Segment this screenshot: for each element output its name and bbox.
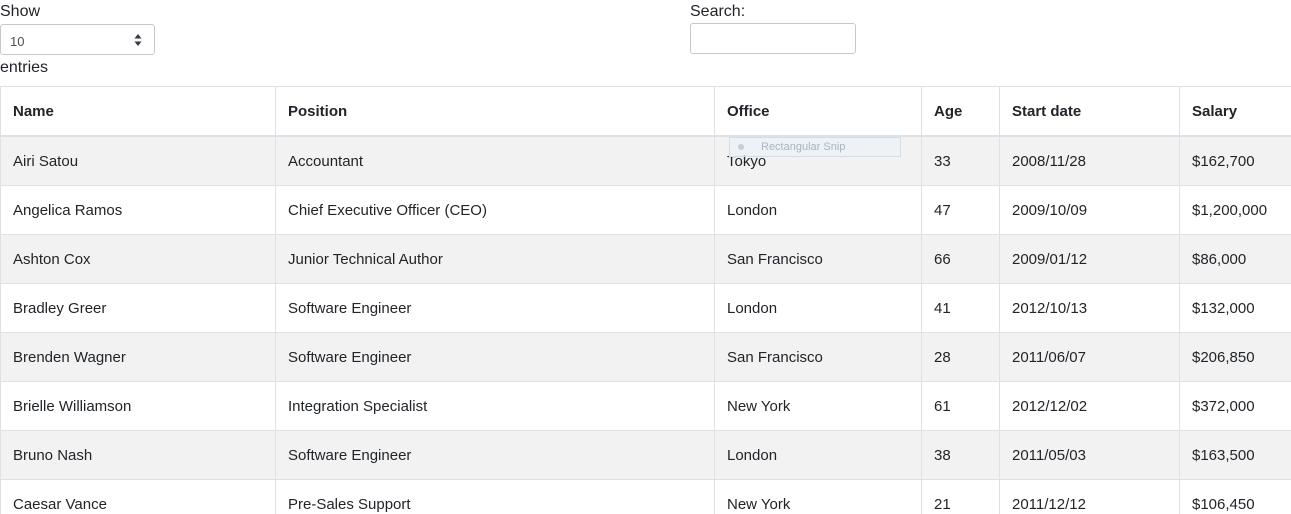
cell-start-date: 2011/12/12 bbox=[999, 479, 1180, 514]
cell-office: New York bbox=[714, 479, 922, 514]
cell-position: Software Engineer bbox=[275, 332, 715, 382]
cell-start-date: 2008/11/28 bbox=[999, 135, 1180, 186]
table-header: Name Position Office Age Start date Salary bbox=[0, 86, 1291, 137]
cell-position: Pre-Sales Support bbox=[275, 479, 715, 514]
column-header-salary[interactable]: Salary bbox=[1179, 86, 1291, 137]
cell-age: 41 bbox=[921, 283, 1000, 333]
cell-salary: $106,450 bbox=[1179, 479, 1291, 514]
sort-arrows-icon bbox=[134, 34, 142, 46]
show-label: Show bbox=[0, 3, 41, 20]
cell-age: 66 bbox=[921, 234, 1000, 284]
cell-start-date: 2011/05/03 bbox=[999, 430, 1180, 480]
column-header-age[interactable]: Age bbox=[921, 86, 1000, 137]
rectangular-snip-overlay: Rectangular Snip bbox=[729, 137, 901, 157]
table-row: Brenden Wagner Software Engineer San Franc… bbox=[0, 332, 1291, 382]
cell-start-date: 2009/10/09 bbox=[999, 185, 1180, 235]
cell-start-date: 2009/01/12 bbox=[999, 234, 1180, 284]
search-label: Search: bbox=[690, 3, 746, 20]
cell-age: 38 bbox=[921, 430, 1000, 480]
cell-salary: $162,700 bbox=[1179, 135, 1291, 186]
cell-start-date: 2011/06/07 bbox=[999, 332, 1180, 382]
cell-position: Junior Technical Author bbox=[275, 234, 715, 284]
entries-select[interactable]: 10 bbox=[0, 24, 155, 55]
cell-name: Caesar Vance bbox=[0, 479, 276, 514]
cell-position: Chief Executive Officer (CEO) bbox=[275, 185, 715, 235]
search-input[interactable] bbox=[690, 23, 856, 54]
cell-start-date: 2012/10/13 bbox=[999, 283, 1180, 333]
cell-salary: $206,850 bbox=[1179, 332, 1291, 382]
table-row: Airi Satou Accountant Tokyo 33 2008/11/28 $16… bbox=[0, 135, 1291, 186]
cell-position: Accountant bbox=[275, 135, 715, 186]
cell-name: Bruno Nash bbox=[0, 430, 276, 480]
cell-position: Software Engineer bbox=[275, 283, 715, 333]
column-header-name[interactable]: Name bbox=[0, 86, 276, 137]
table-controls: Show 10 entries Search: bbox=[0, 0, 1291, 86]
search-control: Search: bbox=[690, 2, 856, 54]
page: Show 10 entries Search: Name Position Offi… bbox=[0, 0, 1291, 514]
cell-salary: $372,000 bbox=[1179, 381, 1291, 431]
table-row: Angelica Ramos Chief Executive Officer (C… bbox=[0, 185, 1291, 235]
table-row: Bradley Greer Software Engineer London 41 20… bbox=[0, 283, 1291, 333]
cell-name: Angelica Ramos bbox=[0, 185, 276, 235]
cell-office: London bbox=[714, 283, 922, 333]
snip-label: Rectangular Snip bbox=[761, 141, 846, 153]
table-row: Bruno Nash Software Engineer London 38 2011/… bbox=[0, 430, 1291, 480]
cell-office: San Francisco bbox=[714, 332, 922, 382]
cell-office: London bbox=[714, 430, 922, 480]
cell-name: Airi Satou bbox=[0, 135, 276, 186]
cell-name: Brielle Williamson bbox=[0, 381, 276, 431]
cell-salary: $132,000 bbox=[1179, 283, 1291, 333]
table-row: Ashton Cox Junior Technical Author San Fra… bbox=[0, 234, 1291, 284]
cell-office: New York bbox=[714, 381, 922, 431]
cell-name: Ashton Cox bbox=[0, 234, 276, 284]
cell-office: San Francisco bbox=[714, 234, 922, 284]
cell-age: 47 bbox=[921, 185, 1000, 235]
snip-dot-icon bbox=[738, 144, 744, 150]
header-row: Name Position Office Age Start date Salary bbox=[0, 86, 1291, 137]
entries-label: entries bbox=[0, 59, 49, 76]
cell-age: 21 bbox=[921, 479, 1000, 514]
cell-age: 28 bbox=[921, 332, 1000, 382]
column-header-position[interactable]: Position bbox=[275, 86, 715, 137]
cell-salary: $163,500 bbox=[1179, 430, 1291, 480]
entries-length-control: Show 10 entries bbox=[0, 2, 155, 78]
cell-position: Integration Specialist bbox=[275, 381, 715, 431]
cell-office: London bbox=[714, 185, 922, 235]
cell-age: 61 bbox=[921, 381, 1000, 431]
cell-name: Bradley Greer bbox=[0, 283, 276, 333]
cell-start-date: 2012/12/02 bbox=[999, 381, 1180, 431]
table-body: Airi Satou Accountant Tokyo 33 2008/11/28 $16… bbox=[0, 135, 1291, 514]
data-table: Name Position Office Age Start date Salary Ai… bbox=[0, 86, 1291, 514]
cell-position: Software Engineer bbox=[275, 430, 715, 480]
table-row: Brielle Williamson Integration Specialist… bbox=[0, 381, 1291, 431]
cell-salary: $86,000 bbox=[1179, 234, 1291, 284]
column-header-office[interactable]: Office bbox=[714, 86, 922, 137]
column-header-start-date[interactable]: Start date bbox=[999, 86, 1180, 137]
cell-age: 33 bbox=[921, 135, 1000, 186]
cell-salary: $1,200,000 bbox=[1179, 185, 1291, 235]
table-row: Caesar Vance Pre-Sales Support New York 21 2… bbox=[0, 479, 1291, 514]
entries-select-value: 10 bbox=[10, 34, 25, 49]
cell-name: Brenden Wagner bbox=[0, 332, 276, 382]
